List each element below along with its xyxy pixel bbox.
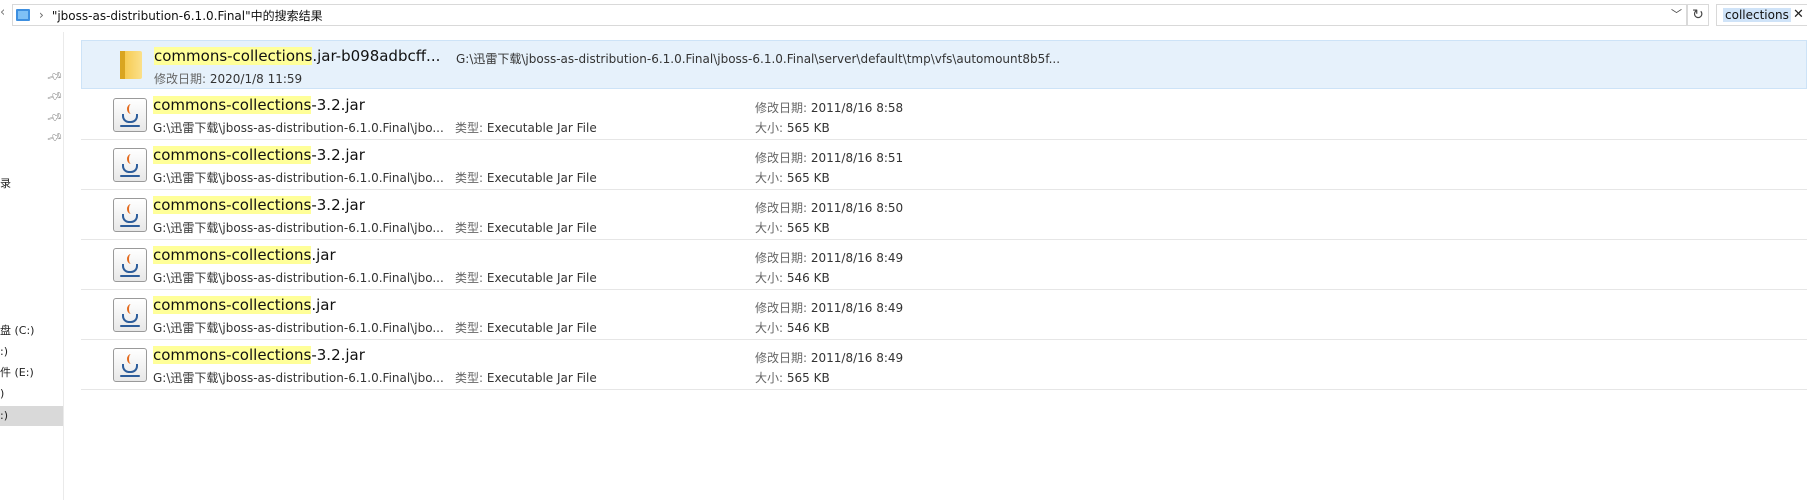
list-item[interactable]: commons-collections-3.2.jar G:\迅雷下载\jbos… <box>81 340 1807 390</box>
file-type: Executable Jar File <box>486 371 597 385</box>
file-name[interactable]: commons-collections.jar <box>153 296 336 314</box>
refresh-button[interactable]: ↻ <box>1687 4 1709 26</box>
pin-icon[interactable]: 📌︎ <box>46 87 65 105</box>
list-item[interactable]: commons-collections-3.2.jar G:\迅雷下载\jbos… <box>81 190 1807 240</box>
file-type: Executable Jar File <box>486 271 597 285</box>
chevron-left-icon[interactable]: ‹ <box>0 5 5 20</box>
close-icon[interactable]: ✕ <box>1793 7 1804 22</box>
java-jar-icon <box>113 98 147 132</box>
file-name[interactable]: commons-collections-3.2.jar <box>153 96 365 114</box>
file-name[interactable]: commons-collections-3.2.jar <box>153 346 365 364</box>
file-size: 565 KB <box>786 371 830 385</box>
pin-icon[interactable]: 📌︎ <box>46 67 65 85</box>
list-item[interactable]: commons-collections-3.2.jar G:\迅雷下载\jbos… <box>81 140 1807 190</box>
modified-date: 2011/8/16 8:49 <box>810 301 904 315</box>
java-jar-icon <box>113 248 147 282</box>
list-item[interactable]: commons-collections-3.2.jar G:\迅雷下载\jbos… <box>81 90 1807 140</box>
title-bar: ‹ › "jboss-as-distribution-6.1.0.Final"中… <box>0 0 1807 30</box>
refresh-icon: ↻ <box>1692 7 1704 23</box>
pin-icon[interactable]: 📌︎ <box>46 128 65 146</box>
file-type: Executable Jar File <box>486 321 597 335</box>
file-location: G:\迅雷下载\jboss-as-distribution-6.1.0.Fina… <box>456 52 1061 66</box>
address-path[interactable]: "jboss-as-distribution-6.1.0.Final"中的搜索结… <box>52 7 323 24</box>
chevron-right-icon[interactable]: › <box>39 8 44 22</box>
file-location: G:\迅雷下载\jboss-as-distribution-6.1.0.Fina… <box>153 321 444 335</box>
modified-date: 2011/8/16 8:58 <box>810 101 904 115</box>
nav-item-drive-e[interactable]: 件 (E:) <box>0 363 34 383</box>
file-name[interactable]: commons-collections-3.2.jar <box>153 146 365 164</box>
modified-date: 2020/1/8 11:59 <box>209 72 303 86</box>
file-name[interactable]: commons-collections.jar <box>153 246 336 264</box>
file-size: 565 KB <box>786 221 830 235</box>
file-name[interactable]: commons-collections.jar-b098adbcff... <box>154 47 440 65</box>
list-item[interactable]: commons-collections.jar G:\迅雷下载\jboss-as… <box>81 240 1807 290</box>
file-location: G:\迅雷下载\jboss-as-distribution-6.1.0.Fina… <box>153 271 444 285</box>
file-size: 546 KB <box>786 271 830 285</box>
file-size: 546 KB <box>786 321 830 335</box>
file-type: Executable Jar File <box>486 121 597 135</box>
file-size: 565 KB <box>786 171 830 185</box>
file-location: G:\迅雷下载\jboss-as-distribution-6.1.0.Fina… <box>153 371 444 385</box>
file-location: G:\迅雷下载\jboss-as-distribution-6.1.0.Fina… <box>153 171 444 185</box>
list-item[interactable]: commons-collections.jar-b098adbcff... 修改… <box>81 40 1807 89</box>
modified-date: 2011/8/16 8:49 <box>810 351 904 365</box>
file-name[interactable]: commons-collections-3.2.jar <box>153 196 365 214</box>
navigation-pane: 📌︎ 📌︎ 📌︎ 📌︎ 录 盘 (C:) :) 件 (E:) ) :) <box>0 32 64 500</box>
folder-icon <box>16 9 30 21</box>
pin-icon[interactable]: 📌︎ <box>46 108 65 126</box>
chevron-down-icon[interactable]: ﹀ <box>1671 6 1682 22</box>
modified-date: 2011/8/16 8:49 <box>810 251 904 265</box>
file-size: 565 KB <box>786 121 830 135</box>
java-jar-icon <box>113 298 147 332</box>
nav-item-drive[interactable]: ) <box>0 384 4 404</box>
modified-date: 2011/8/16 8:51 <box>810 151 904 165</box>
file-type: Executable Jar File <box>486 221 597 235</box>
java-jar-icon <box>113 148 147 182</box>
file-type: Executable Jar File <box>486 171 597 185</box>
nav-item[interactable]: 录 <box>0 174 11 194</box>
java-jar-icon <box>113 348 147 382</box>
java-jar-icon <box>113 198 147 232</box>
modified-date: 2011/8/16 8:50 <box>810 201 904 215</box>
search-query[interactable]: collections <box>1723 8 1791 22</box>
file-location: G:\迅雷下载\jboss-as-distribution-6.1.0.Fina… <box>153 221 444 235</box>
nav-item-drive[interactable]: :) <box>0 342 8 362</box>
file-location: G:\迅雷下载\jboss-as-distribution-6.1.0.Fina… <box>153 121 444 135</box>
search-input[interactable]: collections ✕ <box>1716 4 1807 26</box>
nav-item-drive-selected[interactable]: :) <box>0 406 63 426</box>
nav-item-drive-c[interactable]: 盘 (C:) <box>0 321 34 341</box>
address-bar[interactable]: › "jboss-as-distribution-6.1.0.Final"中的搜… <box>12 4 1687 26</box>
list-item[interactable]: commons-collections.jar G:\迅雷下载\jboss-as… <box>81 290 1807 340</box>
folder-icon <box>120 51 142 79</box>
